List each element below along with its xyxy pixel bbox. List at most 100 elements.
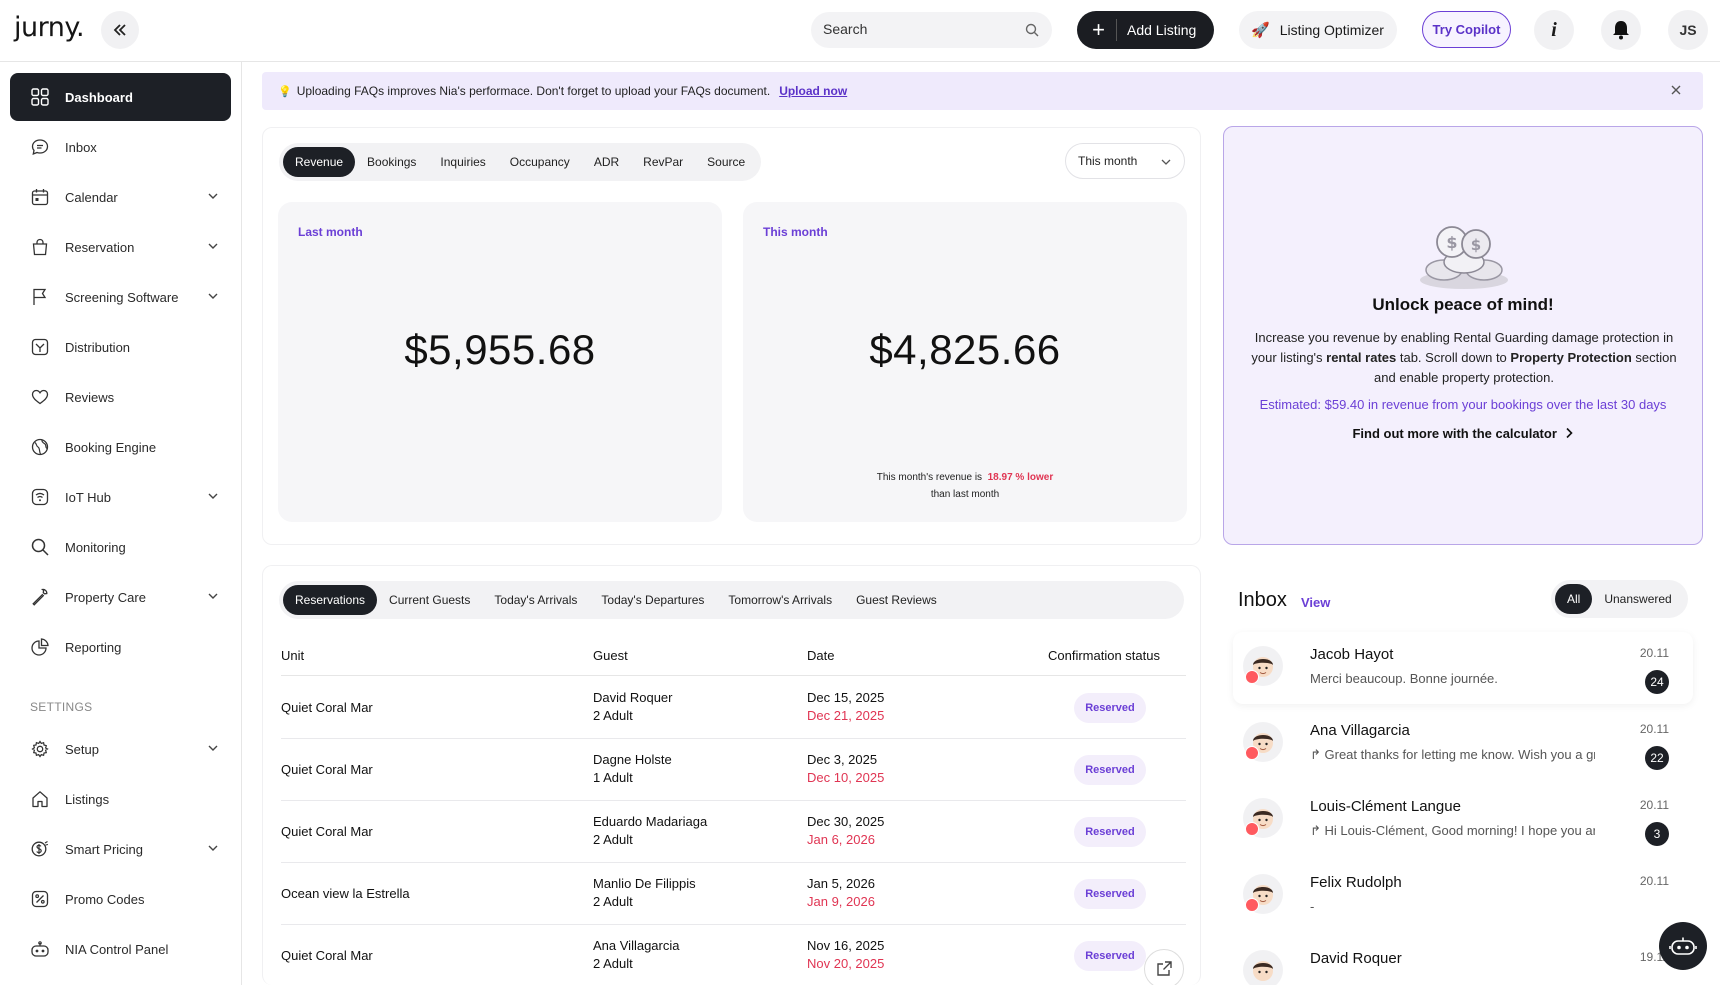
row-unit: Quiet Coral Mar <box>281 824 373 839</box>
inbox-message[interactable]: Ana Villagarcia ↱ Great thanks for letti… <box>1233 708 1693 780</box>
tab-reservations[interactable]: Reservations <box>283 585 378 615</box>
guest-name: David Roquer <box>593 690 673 705</box>
chevron-down-icon <box>1161 159 1171 165</box>
user-avatar[interactable]: JS <box>1668 10 1708 50</box>
tab-occupancy[interactable]: Occupancy <box>498 147 582 177</box>
table-row[interactable]: Quiet Coral Mar Ana Villagarcia 2 Adult N… <box>281 925 1186 985</box>
rental-rates-text: rental rates <box>1326 350 1397 365</box>
info-button[interactable]: i <box>1534 10 1574 50</box>
sidebar-item-listings[interactable]: Listings <box>10 775 231 823</box>
open-external-button[interactable] <box>1144 949 1184 985</box>
sidebar-item-label: NIA Control Panel <box>65 941 169 957</box>
bag-icon <box>30 237 50 257</box>
sidebar-item-label: Smart Pricing <box>65 841 144 857</box>
listing-optimizer-button[interactable]: 🚀 Listing Optimizer <box>1239 11 1397 49</box>
this-month-label: This month <box>763 225 828 239</box>
start-date: Dec 30, 2025 <box>807 814 885 829</box>
start-date: Nov 16, 2025 <box>807 938 885 953</box>
nia-assistant-button[interactable] <box>1659 922 1707 970</box>
row-guest: Eduardo Madariaga 2 Adult <box>593 813 707 849</box>
globe-icon <box>30 437 50 457</box>
collapse-sidebar-button[interactable] <box>101 11 139 49</box>
calculator-link[interactable]: Find out more with the calculator <box>1224 426 1702 441</box>
app-logo[interactable]: jurny. <box>14 12 85 43</box>
guest-avatar <box>1243 874 1283 914</box>
guest-name: Manlio De Filippis <box>593 876 696 891</box>
faq-banner: 💡 Uploading FAQs improves Nia's performa… <box>262 72 1703 110</box>
wrench-icon <box>30 587 50 607</box>
guest-count: 2 Adult <box>593 894 633 909</box>
tab-source[interactable]: Source <box>695 147 757 177</box>
sidebar-item-screening-software[interactable]: Screening Software <box>10 273 231 321</box>
inbox-message[interactable]: Jacob Hayot Merci beaucoup. Bonne journé… <box>1233 632 1693 704</box>
this-month-card: This month $4,825.66 This month's revenu… <box>743 202 1187 522</box>
sidebar-item-reporting[interactable]: Reporting <box>10 623 231 671</box>
top-bar: jurny. + Add Listing 🚀 Listing Optimizer… <box>0 0 1720 62</box>
status-badge: Reserved <box>1074 755 1146 785</box>
sidebar-item-inbox[interactable]: Inbox <box>10 123 231 171</box>
close-icon[interactable] <box>1669 83 1683 97</box>
notifications-button[interactable] <box>1601 10 1641 50</box>
tab-tomorrows-arrivals[interactable]: Tomorrow's Arrivals <box>716 585 844 615</box>
tab-todays-departures[interactable]: Today's Departures <box>589 585 716 615</box>
home-icon <box>30 789 50 809</box>
grid-icon <box>30 87 50 107</box>
last-month-label: Last month <box>298 225 363 239</box>
tab-current-guests[interactable]: Current Guests <box>377 585 482 615</box>
sidebar-item-distribution[interactable]: Distribution <box>10 323 231 371</box>
note-change: 18.97 % lower <box>987 472 1054 483</box>
sidebar-item-reviews[interactable]: Reviews <box>10 373 231 421</box>
tab-adr[interactable]: ADR <box>582 147 631 177</box>
sidebar-item-monitoring[interactable]: Monitoring <box>10 523 231 571</box>
date-range-select[interactable]: This month <box>1065 143 1185 179</box>
tab-guest-reviews[interactable]: Guest Reviews <box>844 585 949 615</box>
chevron-right-icon <box>1565 427 1573 439</box>
sidebar-item-calendar[interactable]: Calendar <box>10 173 231 221</box>
add-listing-button[interactable]: + Add Listing <box>1077 11 1214 49</box>
search-box[interactable] <box>811 12 1052 48</box>
calendar-icon <box>30 187 50 207</box>
reply-arrow-icon: ↱ <box>1310 823 1325 838</box>
inbox-title: Inbox <box>1238 589 1287 611</box>
message-time: 20.11 <box>1639 874 1669 888</box>
sidebar-item-reservation[interactable]: Reservation <box>10 223 231 271</box>
sidebar-item-booking-engine[interactable]: Booking Engine <box>10 423 231 471</box>
inbox-message[interactable]: Felix Rudolph - 20.11 <box>1233 860 1693 932</box>
sidebar-item-nia-control-panel[interactable]: NIA Control Panel <box>10 925 231 973</box>
sidebar-item-setup[interactable]: Setup <box>10 725 231 773</box>
sidebar-item-property-care[interactable]: Property Care <box>10 573 231 621</box>
inbox-view-link[interactable]: View <box>1301 595 1330 610</box>
gear-icon <box>30 739 50 759</box>
sidebar-item-promo-codes[interactable]: Promo Codes <box>10 875 231 923</box>
tab-todays-arrivals[interactable]: Today's Arrivals <box>482 585 589 615</box>
svg-text:$: $ <box>1471 236 1481 254</box>
start-date: Dec 15, 2025 <box>807 690 885 705</box>
table-row[interactable]: Quiet Coral Mar David Roquer 2 Adult Dec … <box>281 677 1186 739</box>
sidebar-item-dashboard[interactable]: Dashboard <box>10 73 231 121</box>
filter-all[interactable]: All <box>1555 584 1593 614</box>
tab-revenue[interactable]: Revenue <box>283 147 356 177</box>
search-input[interactable] <box>823 21 1013 37</box>
guest-name: Dagne Holste <box>593 752 672 767</box>
sidebar-item-label: Inbox <box>65 139 97 155</box>
table-row[interactable]: Quiet Coral Mar Dagne Holste 1 Adult Dec … <box>281 739 1186 801</box>
distribution-icon <box>30 337 50 357</box>
tab-bookings[interactable]: Bookings <box>355 147 428 177</box>
table-row[interactable]: Quiet Coral Mar Eduardo Madariaga 2 Adult… <box>281 801 1186 863</box>
upload-now-link[interactable]: Upload now <box>779 84 847 98</box>
end-date: Jan 6, 2026 <box>807 832 875 847</box>
filter-unanswered[interactable]: Unanswered <box>1592 584 1683 614</box>
metric-tabs: Revenue Bookings Inquiries Occupancy ADR… <box>279 143 762 181</box>
table-row[interactable]: Ocean view la Estrella Manlio De Filippi… <box>281 863 1186 925</box>
promo-desc-part: tab. Scroll down to <box>1396 350 1511 365</box>
try-copilot-button[interactable]: Try Copilot <box>1422 11 1511 48</box>
tab-inquiries[interactable]: Inquiries <box>428 147 497 177</box>
sidebar-item-iot-hub[interactable]: IoT Hub <box>10 473 231 521</box>
row-date: Dec 15, 2025 Dec 21, 2025 <box>807 689 884 725</box>
tab-revpar[interactable]: RevPar <box>631 147 695 177</box>
inbox-message[interactable]: Louis-Clément Langue ↱ Hi Louis-Clément,… <box>1233 784 1693 856</box>
end-date: Nov 20, 2025 <box>807 956 885 971</box>
info-icon: i <box>1551 18 1557 41</box>
inbox-message[interactable]: David Roquer 19.11 <box>1233 936 1693 985</box>
sidebar-item-smart-pricing[interactable]: Smart Pricing <box>10 825 231 873</box>
